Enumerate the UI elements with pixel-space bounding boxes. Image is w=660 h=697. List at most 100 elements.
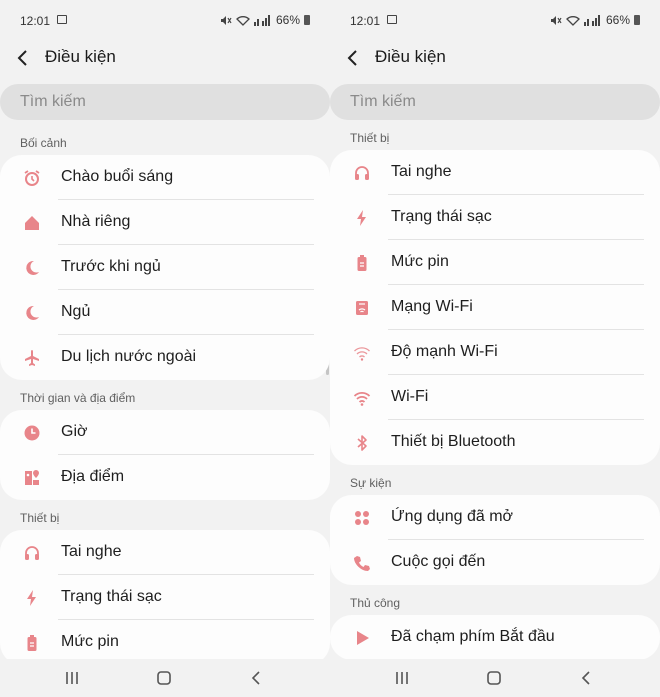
list-item-label: Độ mạnh Wi-Fi <box>391 343 498 360</box>
back-nav-icon[interactable] <box>576 669 596 687</box>
airplane-icon <box>22 348 42 368</box>
list-item-do-manh-wi-fi[interactable]: Độ mạnh Wi-Fi <box>330 330 660 375</box>
list-item-label: Địa điểm <box>61 468 125 485</box>
list-item-label: Tai nghe <box>391 163 452 180</box>
list-item-label: Đã chạm phím Bắt đầu <box>391 628 555 645</box>
section-card-thiet-bi: Tai nghe Trạng thái sạc Mức pin <box>0 530 330 665</box>
moon-icon <box>22 303 42 323</box>
signal-icon <box>583 14 600 26</box>
play-icon <box>352 628 372 648</box>
screen-left: 12:01 66% Điều kiện Tìm kiếm Bối cảnh Chà… <box>0 0 330 697</box>
list-item-gio[interactable]: Giờ <box>0 410 330 455</box>
nav-bar-left <box>0 659 330 697</box>
wifi-strength-icon <box>352 343 372 363</box>
home-icon <box>22 213 42 233</box>
wifi-network-icon <box>352 298 372 318</box>
list-item-cuoc-goi-den[interactable]: Cuộc gọi đến <box>330 540 660 585</box>
search-input[interactable]: Tìm kiếm <box>0 84 330 120</box>
list-item-label: Mức pin <box>61 633 119 650</box>
list-item-mang-wi-fi[interactable]: Mạng Wi-Fi <box>330 285 660 330</box>
section-label-thiet-bi: Thiết bị <box>20 511 60 525</box>
status-bar: 12:01 66% <box>0 0 330 40</box>
apps-icon <box>352 508 372 528</box>
moon-icon <box>22 258 42 278</box>
list-item-trang-thai-sac[interactable]: Trạng thái sạc <box>330 195 660 240</box>
back-nav-icon[interactable] <box>246 669 266 687</box>
charging-bolt-icon <box>352 208 372 228</box>
list-item-tai-nghe[interactable]: Tai nghe <box>330 150 660 195</box>
list-item-ung-dung-da-mo[interactable]: Ứng dụng đã mở <box>330 495 660 540</box>
headphones-icon <box>22 543 42 563</box>
wifi-status-icon <box>236 15 250 26</box>
screen-right: 12:01 66% Điều kiện Tìm kiếm Thiết bị Tai… <box>330 0 660 697</box>
section-label-thiet-bi: Thiết bị <box>350 131 390 145</box>
section-card-thu-cong: Đã chạm phím Bắt đầu <box>330 615 660 660</box>
list-item-thiet-bi-bluetooth[interactable]: Thiết bị Bluetooth <box>330 420 660 465</box>
list-item-label: Giờ <box>61 423 88 440</box>
search-input[interactable]: Tìm kiếm <box>330 84 660 120</box>
list-item-ngu[interactable]: Ngủ <box>0 290 330 335</box>
list-item-du-lich-nuoc-ngoai[interactable]: Du lịch nước ngoài <box>0 335 330 380</box>
app-bar: Điều kiện <box>330 40 660 76</box>
list-item-label: Thiết bị Bluetooth <box>391 433 516 450</box>
app-bar: Điều kiện <box>0 40 330 76</box>
page-title: Điều kiện <box>375 47 446 66</box>
list-item-da-cham-phim-bat-dau[interactable]: Đã chạm phím Bắt đầu <box>330 615 660 660</box>
list-item-label: Trạng thái sạc <box>61 588 162 605</box>
alarm-icon <box>22 168 42 188</box>
list-item-truoc-khi-ngu[interactable]: Trước khi ngủ <box>0 245 330 290</box>
mute-icon <box>550 15 562 25</box>
section-label-su-kien: Sự kiện <box>350 476 392 490</box>
list-item-dia-diem[interactable]: Địa điểm <box>0 455 330 500</box>
bluetooth-icon <box>352 433 372 453</box>
map-pin-icon <box>22 468 42 488</box>
search-placeholder: Tìm kiếm <box>20 93 86 110</box>
nav-bar-right <box>330 659 660 697</box>
battery-status-icon <box>304 15 310 25</box>
recent-apps-icon[interactable] <box>62 669 82 687</box>
list-item-trang-thai-sac[interactable]: Trạng thái sạc <box>0 575 330 620</box>
back-arrow-icon[interactable] <box>344 48 364 68</box>
home-nav-icon[interactable] <box>484 669 504 687</box>
image-notification-icon <box>387 15 397 24</box>
section-card-su-kien: Ứng dụng đã mở Cuộc gọi đến <box>330 495 660 585</box>
image-notification-icon <box>57 15 67 24</box>
list-item-label: Trạng thái sạc <box>391 208 492 225</box>
battery-status-icon <box>634 15 640 25</box>
list-item-nha-rieng[interactable]: Nhà riêng <box>0 200 330 245</box>
section-card-boi-canh: Chào buổi sáng Nhà riêng Trước khi ngủ Ngủ D… <box>0 155 330 380</box>
status-bar: 12:01 66% <box>330 0 660 40</box>
wifi-icon <box>352 388 372 408</box>
list-item-wi-fi[interactable]: Wi-Fi <box>330 375 660 420</box>
section-card-thoi-gian-va-dia-diem: Giờ Địa điểm <box>0 410 330 500</box>
list-item-label: Mạng Wi-Fi <box>391 298 473 315</box>
list-item-label: Ngủ <box>61 303 91 320</box>
battery-icon <box>352 253 372 273</box>
headphones-icon <box>352 163 372 183</box>
battery-percent: 66% <box>275 13 300 27</box>
section-label-boi-canh: Bối cảnh <box>20 136 67 150</box>
back-arrow-icon[interactable] <box>14 48 34 68</box>
section-card-thiet-bi: Tai nghe Trạng thái sạc Mức pin Mạng Wi-Fi Đ… <box>330 150 660 465</box>
list-item-label: Nhà riêng <box>61 213 131 230</box>
list-item-label: Cuộc gọi đến <box>391 553 486 570</box>
mute-icon <box>220 15 232 25</box>
home-nav-icon[interactable] <box>154 669 174 687</box>
phone-icon <box>352 553 372 573</box>
charging-bolt-icon <box>22 588 42 608</box>
list-item-label: Chào buổi sáng <box>61 168 174 185</box>
list-item-label: Trước khi ngủ <box>61 258 161 275</box>
page-title: Điều kiện <box>45 47 116 66</box>
signal-icon <box>253 14 270 26</box>
list-item-tai-nghe[interactable]: Tai nghe <box>0 530 330 575</box>
list-item-label: Ứng dụng đã mở <box>391 508 514 525</box>
recent-apps-icon[interactable] <box>392 669 412 687</box>
status-time: 12:01 <box>350 14 381 28</box>
search-placeholder: Tìm kiếm <box>350 93 416 110</box>
clock-icon <box>22 423 42 443</box>
list-item-muc-pin[interactable]: Mức pin <box>330 240 660 285</box>
list-item-label: Tai nghe <box>61 543 122 560</box>
list-item-chao-buoi-sang[interactable]: Chào buổi sáng <box>0 155 330 200</box>
battery-icon <box>22 633 42 653</box>
list-item-label: Du lịch nước ngoài <box>61 348 197 365</box>
